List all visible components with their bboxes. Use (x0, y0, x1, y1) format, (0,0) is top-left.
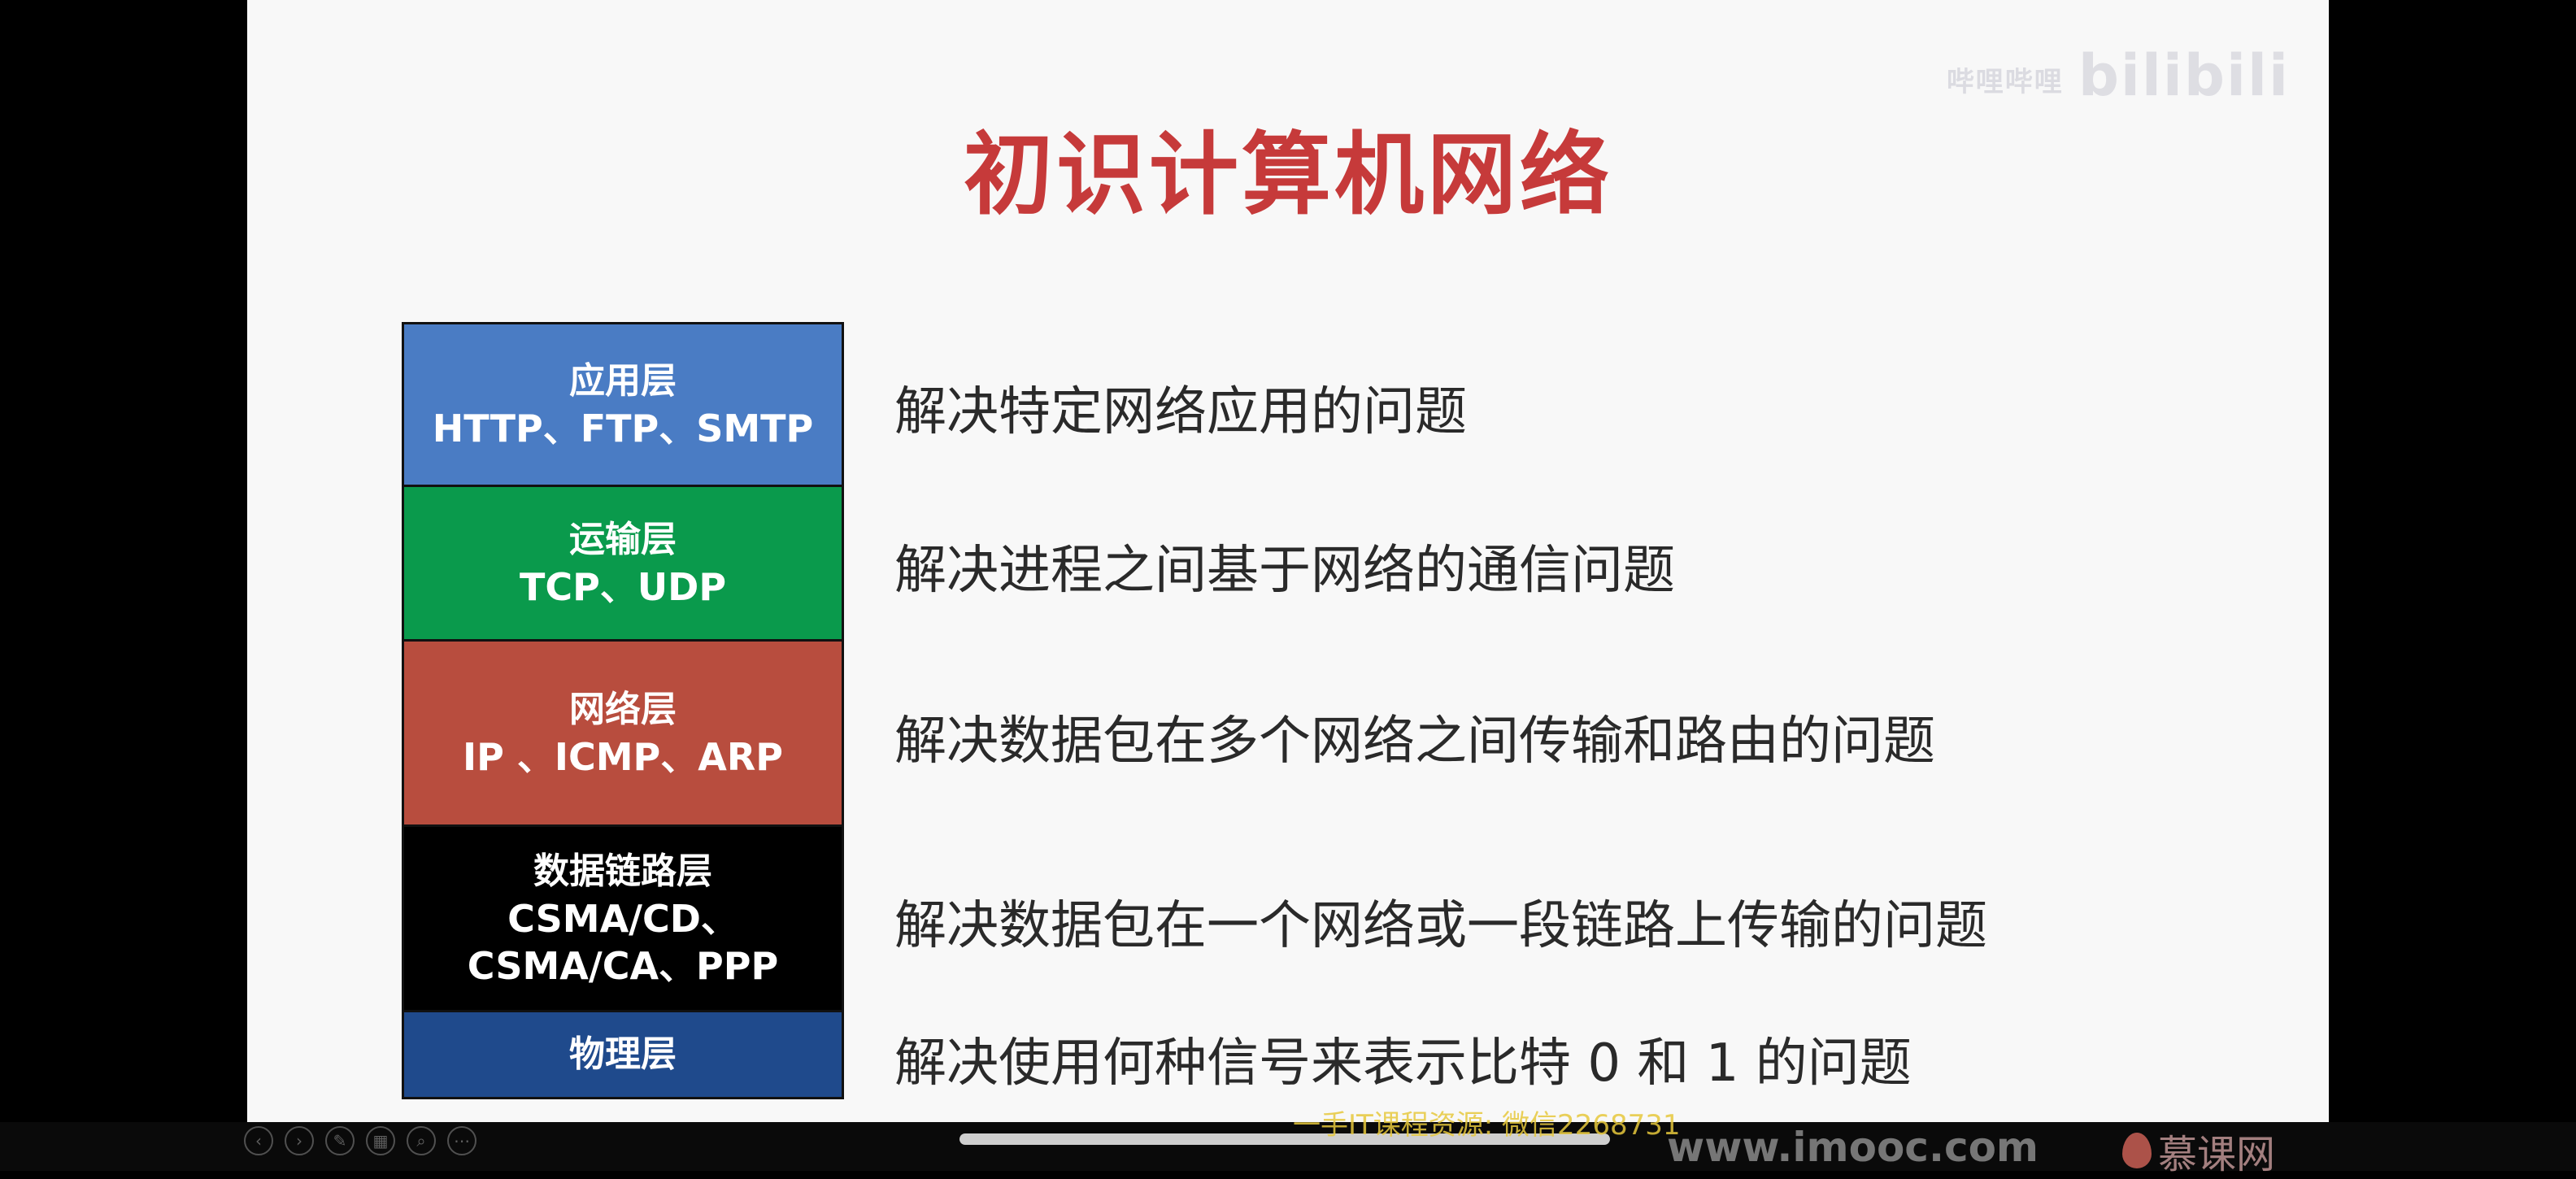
slide: 初识计算机网络 哔哩哔哩 bilibili 应用层 HTTP、FTP、SMTP 运… (247, 0, 2329, 1122)
layer-description-network: 解决数据包在多个网络之间传输和路由的问题 (894, 711, 1935, 772)
layer-protocols: CSMA/CD、 (507, 896, 738, 941)
layer-physical: 物理层 (404, 1012, 842, 1097)
layer-data-link: 数据链路层 CSMA/CD、 CSMA/CA、PPP (404, 827, 842, 1012)
flame-icon (2122, 1133, 2152, 1168)
network-layer-stack: 应用层 HTTP、FTP、SMTP 运输层 TCP、UDP 网络层 IP 、IC… (402, 322, 844, 1099)
layer-description-data-link: 解决数据包在一个网络或一段链路上传输的问题 (894, 896, 1987, 956)
resource-watermark: 一手IT课程资源: 微信2268731 (1293, 1109, 1681, 1142)
layer-transport: 运输层 TCP、UDP (404, 487, 842, 642)
pen-icon[interactable]: ✎ (325, 1126, 355, 1155)
screen: 初识计算机网络 哔哩哔哩 bilibili 应用层 HTTP、FTP、SMTP 运… (0, 0, 2576, 1177)
bilibili-watermark: 哔哩哔哩 bilibili (1947, 42, 2290, 109)
more-options-icon[interactable]: ⋯ (447, 1126, 476, 1155)
prev-slide-icon[interactable]: ‹ (244, 1126, 273, 1155)
bilibili-watermark-small: 哔哩哔哩 (1946, 66, 2064, 99)
layer-application: 应用层 HTTP、FTP、SMTP (404, 324, 842, 487)
zoom-icon[interactable]: ⌕ (407, 1126, 436, 1155)
layer-name: 数据链路层 (533, 850, 712, 892)
slide-toolbar: ‹ › ✎ ▦ ⌕ ⋯ (244, 1126, 476, 1155)
layer-name: 应用层 (569, 359, 677, 402)
layer-description-transport: 解决进程之间基于网络的通信问题 (894, 541, 1675, 601)
layer-protocols-line2: CSMA/CA、PPP (467, 943, 779, 988)
layer-description-physical: 解决使用何种信号来表示比特 0 和 1 的问题 (894, 1033, 1912, 1094)
layer-description-application: 解决特定网络应用的问题 (894, 382, 1467, 442)
slide-title: 初识计算机网络 (964, 123, 1612, 227)
imooc-url-watermark: www.imooc.com (1667, 1124, 2039, 1171)
layer-network: 网络层 IP 、ICMP、ARP (404, 642, 842, 827)
slides-grid-icon[interactable]: ▦ (366, 1126, 395, 1155)
layer-protocols: IP 、ICMP、ARP (463, 734, 783, 779)
layer-protocols: TCP、UDP (519, 564, 727, 609)
layer-name: 运输层 (569, 518, 677, 560)
layer-name: 网络层 (569, 688, 677, 730)
layer-protocols: HTTP、FTP、SMTP (432, 406, 814, 450)
bilibili-watermark-brand: bilibili (2078, 42, 2290, 109)
layer-name: 物理层 (569, 1033, 677, 1075)
next-slide-icon[interactable]: › (285, 1126, 314, 1155)
